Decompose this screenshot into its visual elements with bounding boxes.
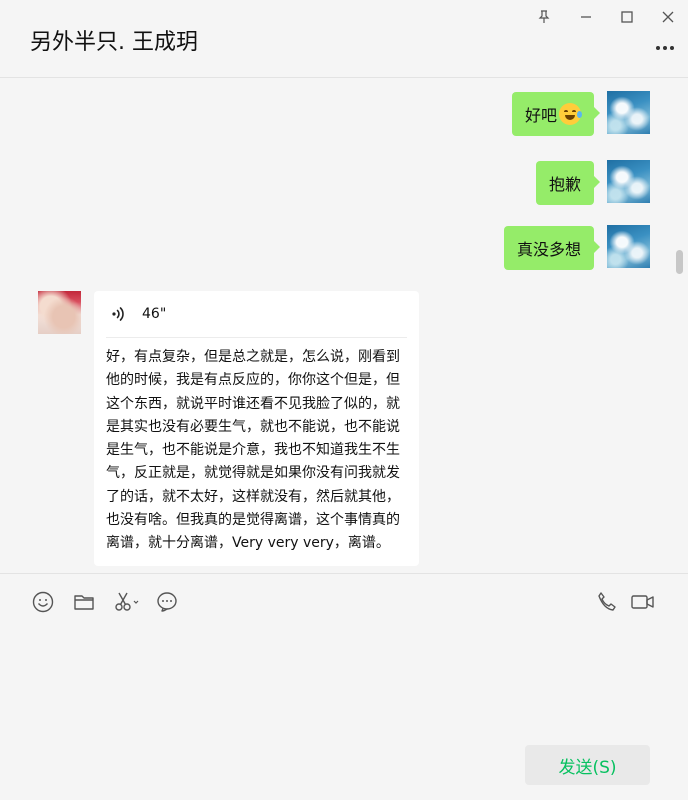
close-icon[interactable] xyxy=(657,6,679,28)
maximize-icon[interactable] xyxy=(616,6,638,28)
phone-icon[interactable] xyxy=(595,590,619,614)
message-outgoing: 真没多想 xyxy=(503,226,601,270)
message-list[interactable]: 好吧 抱歉 真没多想 46" 好，有点复杂，但是总之就是，怎么说，刚看到他的时候… xyxy=(0,78,688,572)
video-icon[interactable] xyxy=(630,590,656,614)
chat-bubble-icon[interactable] xyxy=(155,590,179,614)
voice-transcript: 好，有点复杂，但是总之就是，怎么说，刚看到他的时候，我是有点反应的，你你这个但是… xyxy=(106,349,400,552)
tears-of-joy-emoji-icon xyxy=(559,103,582,125)
message-bubble[interactable]: 好吧 xyxy=(511,92,601,136)
scrollbar-thumb[interactable] xyxy=(676,250,683,274)
message-text: 好吧 xyxy=(524,106,557,125)
scissors-icon[interactable] xyxy=(112,590,142,614)
emoji-icon[interactable] xyxy=(31,590,55,614)
send-button[interactable]: 发送(S) xyxy=(525,745,650,785)
message-text: 真没多想 xyxy=(516,240,581,259)
voice-message-bubble[interactable]: 46" 好，有点复杂，但是总之就是，怎么说，刚看到他的时候，我是有点反应的，你你… xyxy=(94,291,419,566)
my-avatar[interactable] xyxy=(607,225,650,268)
minimize-icon[interactable] xyxy=(575,6,597,28)
title-bar: 另外半只. 王成玥 xyxy=(0,0,688,78)
message-outgoing: 抱歉 xyxy=(535,161,601,205)
message-bubble[interactable]: 真没多想 xyxy=(503,226,601,270)
my-avatar[interactable] xyxy=(607,91,650,134)
more-icon[interactable] xyxy=(654,42,676,54)
voice-wave-icon xyxy=(112,307,124,321)
voice-message-header[interactable]: 46" xyxy=(106,291,407,338)
pin-icon[interactable] xyxy=(533,6,555,28)
message-outgoing: 好吧 xyxy=(511,92,601,136)
message-input[interactable] xyxy=(24,630,664,730)
folder-icon[interactable] xyxy=(72,590,96,614)
my-avatar[interactable] xyxy=(607,160,650,203)
message-text: 抱歉 xyxy=(548,175,581,194)
input-divider xyxy=(0,573,688,574)
voice-duration: 46" xyxy=(142,306,167,322)
chat-title: 另外半只. 王成玥 xyxy=(30,30,198,55)
message-bubble[interactable]: 抱歉 xyxy=(535,161,601,205)
contact-avatar[interactable] xyxy=(38,291,81,334)
